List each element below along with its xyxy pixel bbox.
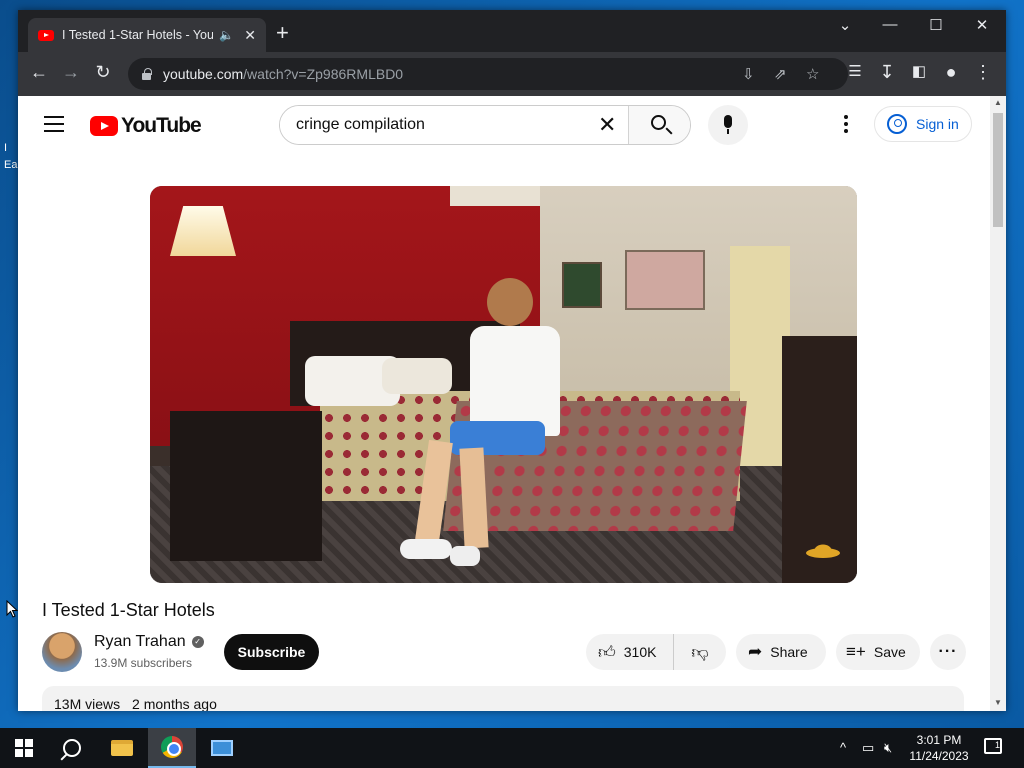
taskbar: ^ ▭ 🔇︎ 3:01 PM 11/24/2023 1 (0, 728, 1024, 768)
view-count: 13M views (54, 696, 121, 711)
tray-overflow-chevron-icon[interactable]: ^ (840, 740, 846, 755)
profile-icon[interactable]: ● (938, 62, 964, 83)
channel-avatar[interactable] (42, 632, 82, 672)
taskbar-search-button[interactable] (48, 728, 96, 768)
microphone-icon (724, 115, 732, 134)
like-button[interactable]: 👍︎ 310K (586, 634, 674, 670)
system-clock[interactable]: 3:01 PM 11/24/2023 (904, 732, 974, 764)
subscriber-count: 13.9M subscribers (94, 656, 193, 670)
search-icon (651, 115, 666, 130)
forward-button[interactable]: → (58, 62, 84, 83)
side-panel-icon[interactable]: ◧ (906, 62, 932, 80)
search-box: ✕ (279, 105, 691, 145)
like-dislike-group: 👍︎ 310K 👎︎ (586, 634, 726, 670)
youtube-page: YouTube ✕ Sign in (18, 96, 1006, 711)
save-label: Save (873, 644, 906, 660)
voice-search-button[interactable] (708, 105, 748, 145)
browser-window: I Tested 1-Star Hotels - YouTube 🔈 ✕ + ⌄… (18, 10, 1006, 711)
mouse-cursor-icon (6, 600, 18, 618)
dislike-button[interactable]: 👎︎ (674, 642, 726, 663)
like-count: 310K (623, 644, 657, 660)
app-taskbar-button[interactable] (198, 728, 246, 768)
hamburger-menu-icon[interactable] (44, 116, 64, 132)
search-icon (63, 739, 81, 757)
video-title: I Tested 1-Star Hotels (42, 600, 215, 620)
scroll-up-arrow-icon[interactable]: ▲ (993, 98, 1003, 107)
browser-tab-active[interactable]: I Tested 1-Star Hotels - YouTube 🔈 ✕ (28, 18, 266, 52)
windows-logo-icon (15, 739, 33, 757)
upload-age: 2 months ago (132, 696, 217, 711)
share-page-icon[interactable]: ⇗ (774, 65, 787, 83)
clock-time: 3:01 PM (916, 733, 962, 747)
description-box[interactable]: 13M views 2 months ago (42, 686, 964, 711)
channel-watermark-icon[interactable] (805, 536, 841, 560)
file-explorer-button[interactable] (98, 728, 146, 768)
network-icon[interactable]: ▭ (862, 740, 874, 756)
downloads-icon[interactable]: ↧ (874, 62, 900, 83)
thumbs-up-icon: 👍︎ (598, 642, 616, 662)
chrome-icon (161, 736, 183, 758)
search-button[interactable] (628, 106, 690, 144)
subscribe-button[interactable]: Subscribe (224, 634, 319, 670)
folder-icon (111, 740, 133, 756)
speaker-icon[interactable]: 🔈 (219, 28, 234, 42)
desktop-icon-label[interactable]: I Ea (4, 140, 17, 174)
url-host: youtube.com (163, 66, 244, 82)
youtube-favicon-icon (38, 29, 54, 41)
scroll-down-arrow-icon[interactable]: ▼ (993, 698, 1003, 707)
lock-icon[interactable] (142, 67, 152, 80)
youtube-header: YouTube ✕ Sign in (18, 96, 990, 152)
reload-button[interactable]: ↻ (90, 62, 116, 83)
video-player[interactable] (150, 186, 857, 583)
share-button[interactable]: ➦ Share (736, 634, 826, 670)
playlist-add-icon: ≡+ (846, 642, 866, 661)
close-window-button[interactable]: ✕ (967, 16, 997, 34)
tab-title: I Tested 1-Star Hotels - YouTube (62, 28, 214, 42)
channel-name-text: Ryan Trahan (94, 633, 186, 650)
save-button[interactable]: ≡+ Save (836, 634, 920, 670)
sign-in-button[interactable]: Sign in (874, 106, 972, 142)
notification-center-icon[interactable]: 1 (984, 738, 1002, 754)
tab-search-dropdown-icon[interactable]: ⌄ (830, 16, 860, 34)
media-controls-icon[interactable]: ☰ (842, 62, 868, 80)
search-input[interactable] (280, 106, 628, 144)
share-arrow-icon: ➦ (748, 642, 763, 661)
install-app-icon[interactable]: ⇩ (742, 65, 755, 83)
thumbs-down-icon: 👎︎ (691, 642, 709, 662)
youtube-logo-text: YouTube (121, 114, 202, 137)
page-scrollbar[interactable]: ▲ ▼ (990, 96, 1006, 711)
channel-name[interactable]: Ryan Trahan ✓ (94, 633, 204, 651)
settings-more-icon[interactable] (844, 115, 848, 136)
youtube-play-icon (90, 116, 118, 136)
browser-toolbar: ← → ↻ youtube.com/watch?v=Zp986RMLBD0 ⇩ … (18, 52, 1006, 96)
tab-strip: I Tested 1-Star Hotels - YouTube 🔈 ✕ + ⌄… (18, 10, 1006, 52)
minimize-button[interactable]: — (875, 16, 905, 33)
more-actions-button[interactable]: ··· (930, 634, 966, 670)
start-button[interactable] (0, 728, 48, 768)
scrollbar-thumb[interactable] (993, 113, 1003, 227)
address-bar[interactable]: youtube.com/watch?v=Zp986RMLBD0 ⇩ ⇗ ☆ (128, 58, 848, 90)
verified-badge-icon: ✓ (191, 636, 204, 648)
app-window-icon (211, 740, 233, 756)
browser-menu-icon[interactable]: ⋮ (970, 62, 996, 83)
maximize-button[interactable]: ☐ (921, 16, 951, 34)
share-label: Share (770, 644, 808, 660)
new-tab-button[interactable]: + (276, 22, 289, 44)
url-path: /watch?v=Zp986RMLBD0 (243, 66, 404, 82)
bookmark-star-icon[interactable]: ☆ (806, 65, 819, 83)
youtube-logo[interactable]: YouTube (90, 114, 202, 138)
sign-in-label: Sign in (916, 116, 959, 132)
back-button[interactable]: ← (26, 62, 52, 83)
tab-close-icon[interactable]: ✕ (244, 27, 256, 44)
clock-date: 11/24/2023 (909, 749, 969, 763)
volume-muted-icon[interactable]: 🔇︎ (884, 740, 892, 756)
chrome-taskbar-button[interactable] (148, 728, 196, 768)
clear-search-icon[interactable]: ✕ (598, 112, 616, 138)
account-icon (887, 114, 907, 134)
